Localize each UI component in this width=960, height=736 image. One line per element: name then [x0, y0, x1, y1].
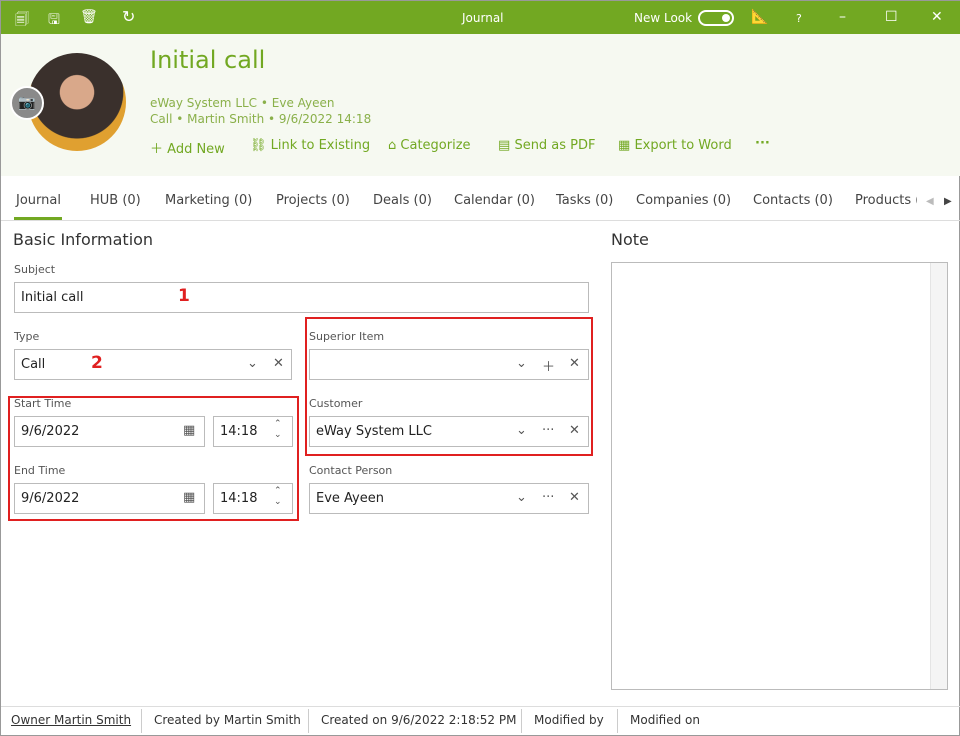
modified-by: Modified by [534, 713, 604, 727]
pdf-icon: ▤ [498, 138, 511, 153]
header-line1: eWay System LLC • Eve Ayeen [150, 96, 335, 110]
add-new-label: Add New [167, 142, 225, 157]
highlight-box-time [8, 396, 299, 521]
owner-link[interactable]: Owner Martin Smith [11, 713, 131, 727]
tab-contacts[interactable]: Contacts (0) [753, 193, 833, 208]
clear-icon[interactable]: ✕ [569, 490, 580, 505]
categorize-label: Categorize [400, 138, 471, 153]
tab-products[interactable]: Products ( [855, 193, 917, 208]
chevron-down-icon[interactable]: ⌄ [247, 356, 258, 371]
tab-projects[interactable]: Projects (0) [276, 193, 350, 208]
refresh-icon[interactable]: ↻ [122, 7, 135, 26]
new-look-toggle[interactable] [698, 10, 734, 26]
export-word-button[interactable]: ▦ Export to Word [618, 138, 732, 153]
contact-person-select[interactable]: Eve Ayeen ⌄ ··· ✕ [309, 483, 589, 514]
categorize-button[interactable]: ⌂ Categorize [388, 138, 471, 153]
highlight-box-items [305, 317, 593, 456]
owner-text: Martin Smith [187, 112, 265, 126]
note-textarea[interactable] [611, 262, 948, 690]
note-heading: Note [611, 230, 649, 249]
more-actions-button[interactable]: ··· [755, 136, 770, 151]
tag-icon: ⌂ [388, 138, 397, 153]
contact-value: Eve Ayeen [316, 491, 384, 506]
header-line2: Call • Martin Smith • 9/6/2022 14:18 [150, 112, 372, 126]
contact-link[interactable]: Eve Ayeen [272, 96, 335, 110]
footer-separator [617, 709, 618, 733]
help-button[interactable]: ? [796, 12, 802, 25]
save-icon[interactable]: 🖫 [48, 9, 60, 33]
close-button[interactable]: ✕ [931, 9, 943, 25]
modified-on: Modified on [630, 713, 700, 727]
more-icon[interactable]: ··· [542, 490, 554, 505]
footer-divider [1, 706, 960, 707]
save-and-close-icon[interactable]: 🗐 [15, 9, 29, 33]
tab-journal[interactable]: Journal [16, 193, 61, 208]
title-bar: 🗐 🖫 🗑 ↻ Journal New Look 📐 ? – ☐ ✕ [1, 1, 960, 34]
chevron-down-icon[interactable]: ⌄ [516, 490, 527, 505]
record-header: 📷 Initial call eWay System LLC • Eve Aye… [1, 34, 960, 176]
subject-input[interactable]: Initial call [14, 282, 589, 313]
date-text: 9/6/2022 14:18 [278, 112, 372, 126]
send-pdf-button[interactable]: ▤ Send as PDF [498, 138, 596, 153]
contact-person-label: Contact Person [309, 464, 393, 477]
tab-hub[interactable]: HUB (0) [90, 193, 141, 208]
plus-icon: ＋ [150, 142, 164, 157]
company-link[interactable]: eWay System LLC [150, 96, 257, 110]
note-scrollbar[interactable] [930, 263, 947, 689]
tab-marketing[interactable]: Marketing (0) [165, 193, 252, 208]
ruler-icon[interactable]: 📐 [751, 9, 768, 25]
link-icon: ⛓ [250, 138, 267, 153]
maximize-button[interactable]: ☐ [885, 9, 898, 25]
tab-tasks[interactable]: Tasks (0) [556, 193, 613, 208]
tab-scroll-left[interactable]: ◀ [926, 196, 934, 207]
word-icon: ▦ [618, 138, 631, 153]
delete-icon[interactable]: 🗑 [80, 9, 98, 25]
type-label: Type [14, 330, 40, 343]
export-word-label: Export to Word [634, 138, 732, 153]
tab-divider [1, 220, 960, 221]
camera-icon[interactable]: 📷 [10, 86, 44, 120]
type-value: Call [21, 357, 46, 372]
tab-scroll-right[interactable]: ▶ [944, 196, 952, 207]
created-on: Created on 9/6/2022 2:18:52 PM [321, 713, 517, 727]
tab-deals[interactable]: Deals (0) [373, 193, 432, 208]
footer-separator [141, 709, 142, 733]
minimize-button[interactable]: – [839, 9, 846, 25]
subject-label: Subject [14, 263, 56, 276]
footer-separator [308, 709, 309, 733]
basic-info-heading: Basic Information [13, 230, 154, 249]
link-existing-button[interactable]: ⛓ Link to Existing [250, 138, 370, 153]
add-new-button[interactable]: ＋ Add New [150, 138, 225, 157]
send-pdf-label: Send as PDF [514, 138, 596, 153]
link-label: Link to Existing [270, 138, 371, 153]
annotation-2: 2 [91, 353, 103, 373]
tab-calendar[interactable]: Calendar (0) [454, 193, 535, 208]
type-select[interactable]: Call ⌄ ✕ [14, 349, 292, 380]
new-look-label: New Look [634, 11, 693, 25]
type-text: Call [150, 112, 173, 126]
page-title: Initial call [150, 46, 266, 74]
tab-companies[interactable]: Companies (0) [636, 193, 731, 208]
annotation-1: 1 [178, 286, 190, 306]
window-title: Journal [462, 11, 504, 25]
created-by: Created by Martin Smith [154, 713, 301, 727]
clear-icon[interactable]: ✕ [273, 356, 284, 371]
footer-separator [521, 709, 522, 733]
